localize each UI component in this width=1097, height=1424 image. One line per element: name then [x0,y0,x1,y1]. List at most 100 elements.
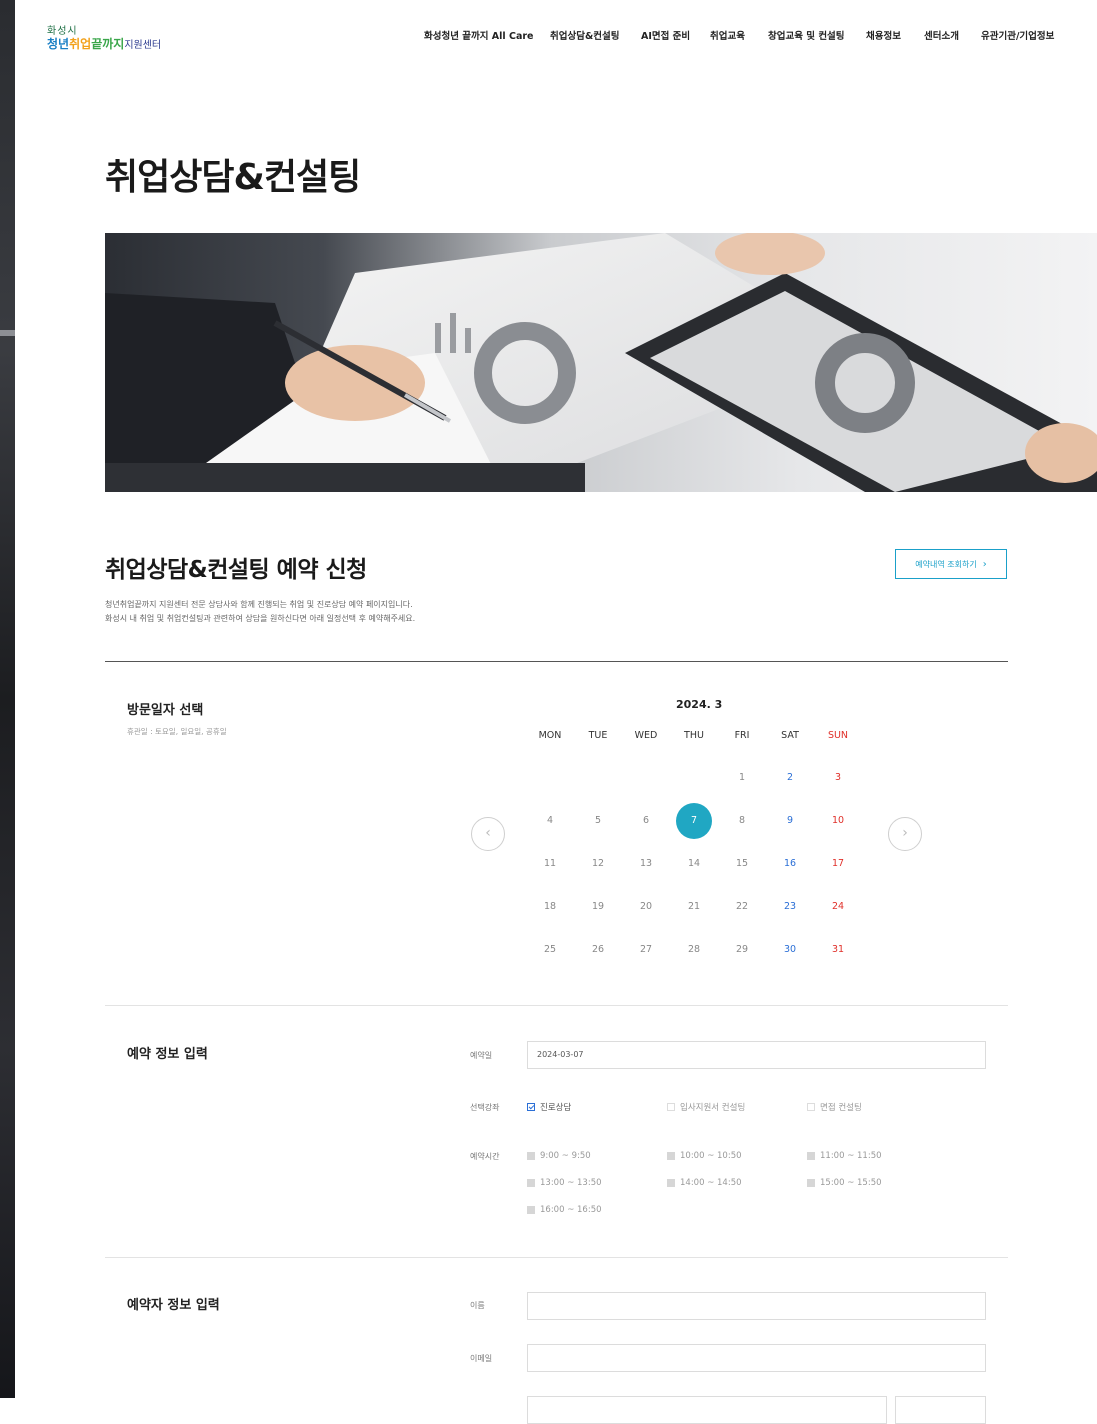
nav-item-jobs[interactable]: 채용정보 [866,28,901,42]
left-backdrop-strip [0,330,15,336]
calendar-day-30[interactable]: 30 [772,932,808,968]
nav-item-startup[interactable]: 창업교육 및 컨설팅 [768,28,845,42]
nav-item-ai-interview[interactable]: AI면접 준비 [641,28,690,42]
time-slot-marker-icon [667,1179,675,1187]
time-slot-marker-icon [527,1206,535,1214]
calendar-month: 2024. 3 [676,698,723,711]
description-line-2: 화성시 내 취업 및 취업컨설팅과 관련하여 상담을 원하신다면 아래 일정선택… [105,614,416,623]
calendar-day-20[interactable]: 20 [628,889,664,925]
course-option-interview[interactable]: 면접 컨설팅 [807,1101,862,1113]
phone-button[interactable] [895,1396,986,1424]
time-slot-marker-icon [527,1179,535,1187]
time-slot-1400[interactable]: 14:00 ~ 14:50 [667,1178,742,1188]
chevron-left-icon: ‹ [485,825,491,841]
closed-days-note: 휴관일 : 토요일, 일요일, 공휴일 [127,727,227,736]
calendar-day-25[interactable]: 25 [532,932,568,968]
calendar-day-24[interactable]: 24 [820,889,856,925]
checkbox-icon [807,1103,815,1111]
name-label: 이름 [470,1301,485,1310]
time-slot-1500[interactable]: 15:00 ~ 15:50 [807,1178,882,1188]
calendar-day-2[interactable]: 2 [772,760,808,796]
nav-item-about[interactable]: 센터소개 [924,28,959,42]
calendar-day-1[interactable]: 1 [724,760,760,796]
calendar-day-21[interactable]: 21 [676,889,712,925]
visit-date-title: 방문일자 선택 [127,703,204,718]
time-slot-label: 11:00 ~ 11:50 [820,1151,882,1161]
divider [105,1257,1008,1258]
course-label: 선택강좌 [470,1103,500,1112]
email-field[interactable] [527,1344,986,1372]
main-nav: 화성청년 끝까지 All Care 취업상담&컨설팅 AI면접 준비 취업교육 … [15,28,1097,44]
time-slot-label: 15:00 ~ 15:50 [820,1178,882,1188]
calendar-weekday-mon: MON [538,730,562,741]
reservation-lookup-button[interactable]: 예약내역 조회하기 › [895,549,1007,579]
calendar-prev-button[interactable]: ‹ [471,817,505,851]
nav-item-partners[interactable]: 유관기관/기업정보 [981,28,1054,42]
calendar-day-27[interactable]: 27 [628,932,664,968]
time-slot-label: 16:00 ~ 16:50 [540,1205,602,1215]
site-header: 화성시 청년취업끝까지지원센터 화성청년 끝까지 All Care 취업상담&컨… [15,0,1097,72]
booker-info-title: 예약자 정보 입력 [127,1298,220,1313]
calendar-day-28[interactable]: 28 [676,932,712,968]
time-slot-label: 10:00 ~ 10:50 [680,1151,742,1161]
time-slot-marker-icon [807,1152,815,1160]
calendar-day-13[interactable]: 13 [628,846,664,882]
course-option-label: 진로상담 [540,1103,572,1113]
calendar-day-14[interactable]: 14 [676,846,712,882]
booking-date-field[interactable]: 2024-03-07 [527,1041,986,1069]
lookup-button-label: 예약내역 조회하기 [915,559,977,569]
course-option-resume[interactable]: 입사지원서 컨설팅 [667,1101,745,1113]
reservation-title: 취업상담&컨설팅 예약 신청 [105,557,367,583]
nav-item-all-care[interactable]: 화성청년 끝까지 All Care [424,28,533,42]
chevron-right-icon: › [982,558,987,570]
email-label: 이메일 [470,1354,493,1363]
calendar-day-11[interactable]: 11 [532,846,568,882]
calendar-day-22[interactable]: 22 [724,889,760,925]
name-field[interactable] [527,1292,986,1320]
phone-field[interactable] [527,1396,887,1424]
calendar-next-button[interactable]: › [888,817,922,851]
calendar-day-17[interactable]: 17 [820,846,856,882]
calendar-day-12[interactable]: 12 [580,846,616,882]
description-line-1: 청년취업끝까지 지원센터 전문 상담사와 함께 진행되는 취업 및 진로상담 예… [105,600,413,609]
calendar-day-26[interactable]: 26 [580,932,616,968]
course-option-career[interactable]: 진로상담 [527,1101,571,1113]
hero-photo [105,233,1097,492]
calendar-day-19[interactable]: 19 [580,889,616,925]
nav-item-job-education[interactable]: 취업교육 [710,28,745,42]
time-slot-marker-icon [807,1179,815,1187]
calendar-weekday-fri: FRI [734,730,750,741]
calendar-day-5[interactable]: 5 [580,803,616,839]
calendar-day-4[interactable]: 4 [532,803,568,839]
calendar-day-8[interactable]: 8 [724,803,760,839]
time-slot-1300[interactable]: 13:00 ~ 13:50 [527,1178,602,1188]
calendar-day-18[interactable]: 18 [532,889,568,925]
time-slot-1600[interactable]: 16:00 ~ 16:50 [527,1205,602,1215]
page-title: 취업상담&컨설팅 [105,157,361,198]
calendar-weekday-thu: THU [684,730,704,741]
section-divider [105,661,1008,662]
booking-info-title: 예약 정보 입력 [127,1047,208,1062]
time-slot-1100[interactable]: 11:00 ~ 11:50 [807,1151,882,1161]
divider [105,1005,1008,1006]
calendar-day-7[interactable]: 7 [676,803,712,839]
calendar-day-16[interactable]: 16 [772,846,808,882]
calendar-day-29[interactable]: 29 [724,932,760,968]
calendar-day-9[interactable]: 9 [772,803,808,839]
time-slot-1000[interactable]: 10:00 ~ 10:50 [667,1151,742,1161]
calendar-weekday-wed: WED [634,730,658,741]
left-backdrop [0,0,15,1398]
time-slot-0900[interactable]: 9:00 ~ 9:50 [527,1151,591,1161]
calendar-day-15[interactable]: 15 [724,846,760,882]
calendar-day-23[interactable]: 23 [772,889,808,925]
calendar-weekday-sat: SAT [781,730,799,741]
course-option-label: 입사지원서 컨설팅 [680,1103,746,1113]
calendar-day-10[interactable]: 10 [820,803,856,839]
calendar-day-6[interactable]: 6 [628,803,664,839]
calendar-day-3[interactable]: 3 [820,760,856,796]
booking-date-label: 예약일 [470,1051,493,1060]
time-slot-label: 9:00 ~ 9:50 [540,1151,591,1161]
calendar-day-31[interactable]: 31 [820,932,856,968]
nav-item-consulting[interactable]: 취업상담&컨설팅 [550,28,619,42]
reservation-description: 청년취업끝까지 지원센터 전문 상담사와 함께 진행되는 취업 및 진로상담 예… [105,598,415,626]
